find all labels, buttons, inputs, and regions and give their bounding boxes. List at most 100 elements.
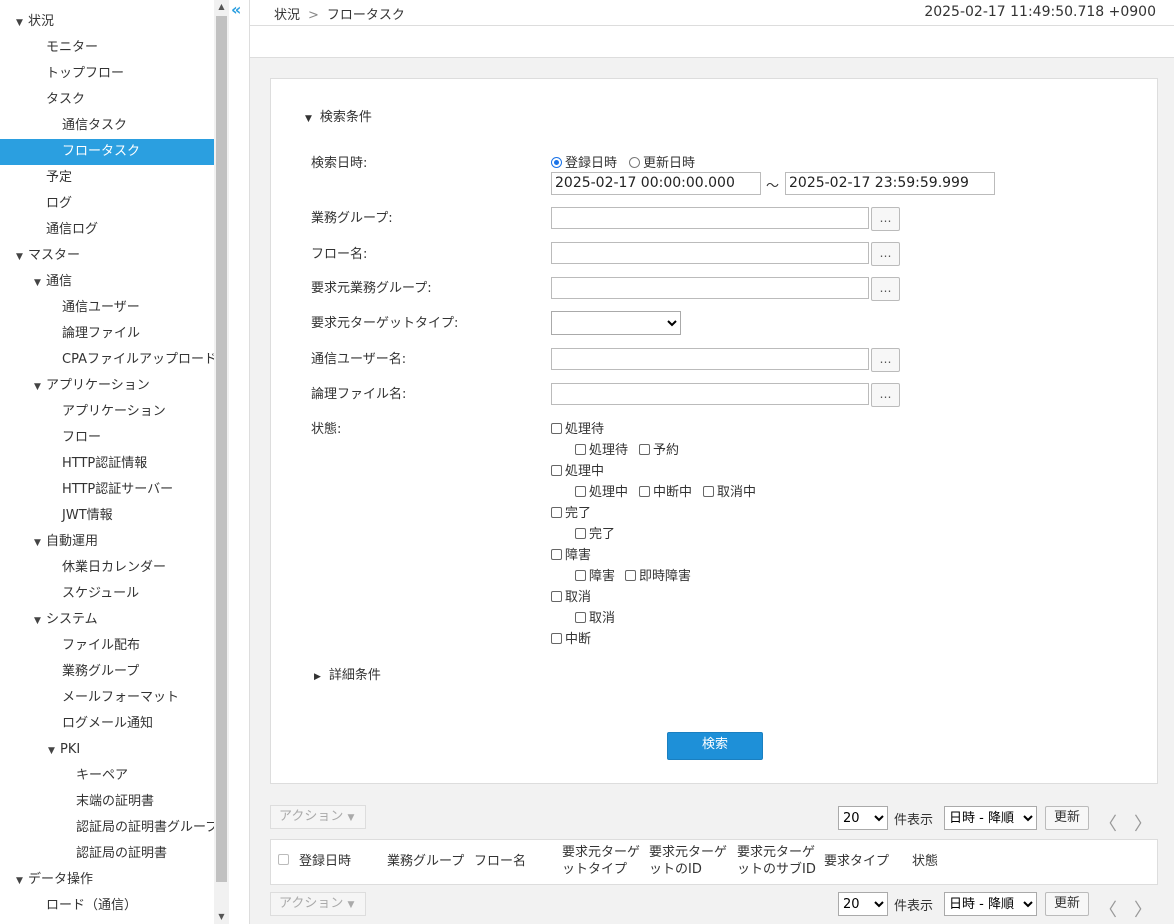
status-fault-checkbox[interactable]: 障害 xyxy=(551,544,591,563)
sidebar-item[interactable]: ファイル配布 xyxy=(0,633,214,659)
scroll-down-icon[interactable]: ▼ xyxy=(214,910,229,924)
status-done-sub-checkbox[interactable]: 完了 xyxy=(575,523,615,542)
page-size-select[interactable]: 20 xyxy=(838,806,888,830)
action-dropdown-button[interactable]: アクション ▼ xyxy=(270,805,366,829)
sidebar-item[interactable]: ▼ 自動運用 xyxy=(0,529,214,555)
sidebar-item[interactable]: ▼ マスター xyxy=(0,243,214,269)
status-processing-sub-checkbox[interactable]: 処理中 xyxy=(575,481,628,500)
date-to-input[interactable]: 2025-02-17 23:59:59.999 xyxy=(785,172,995,195)
prev-page-icon[interactable]: 〈 xyxy=(1099,810,1117,836)
column-header[interactable]: 要求タイプ xyxy=(824,853,889,870)
sidebar-item[interactable]: HTTP認証サーバー xyxy=(0,477,214,503)
date-from-input[interactable]: 2025-02-17 00:00:00.000 xyxy=(551,172,761,195)
sidebar-item[interactable]: 認証局の証明書 xyxy=(0,841,214,867)
sidebar-item[interactable]: 認証局の証明書グループ xyxy=(0,815,214,841)
scroll-up-icon[interactable]: ▲ xyxy=(214,0,229,14)
collapse-sidebar-icon[interactable]: « xyxy=(231,0,249,22)
sidebar-item[interactable]: 通信ユーザー xyxy=(0,295,214,321)
column-header[interactable]: 要求元ターゲ ットのID xyxy=(649,844,727,878)
column-header[interactable]: 業務グループ xyxy=(387,853,464,870)
status-processing-checkbox[interactable]: 処理中 xyxy=(551,460,604,479)
sidebar-item[interactable]: アプリケーション xyxy=(0,399,214,425)
status-suspending-checkbox[interactable]: 中断中 xyxy=(639,481,692,500)
column-header[interactable]: 登録日時 xyxy=(299,853,351,870)
sidebar-item[interactable]: ▼ 状況 xyxy=(0,9,214,35)
sidebar-item[interactable]: スケジュール xyxy=(0,581,214,607)
flow-name-picker-button[interactable]: … xyxy=(871,242,900,266)
next-page-icon[interactable]: 〉 xyxy=(1134,810,1152,836)
sidebar-item[interactable]: 休業日カレンダー xyxy=(0,555,214,581)
sidebar-item[interactable]: 通信ログ xyxy=(0,217,214,243)
sidebar-item[interactable]: ▼ 通信 xyxy=(0,269,214,295)
sidebar-item[interactable]: 業務グループ xyxy=(0,659,214,685)
status-waiting-checkbox[interactable]: 処理待 xyxy=(551,418,604,437)
sidebar-item[interactable]: フロー xyxy=(0,425,214,451)
status-waiting-sub-checkbox[interactable]: 処理待 xyxy=(575,439,628,458)
status-interrupt-checkbox[interactable]: 中断 xyxy=(551,628,591,647)
sidebar-item[interactable]: CPAファイルアップロード xyxy=(0,347,214,373)
status-reserved-checkbox[interactable]: 予約 xyxy=(639,439,679,458)
sidebar-item[interactable]: トップフロー xyxy=(0,61,214,87)
sidebar-item[interactable]: メールフォーマット xyxy=(0,685,214,711)
status-done-checkbox[interactable]: 完了 xyxy=(551,502,591,521)
action-dropdown-button-bottom[interactable]: アクション ▼ xyxy=(270,892,366,916)
sidebar-item[interactable]: フロータスク xyxy=(0,139,214,165)
sidebar-item[interactable]: キーペア xyxy=(0,763,214,789)
sidebar-item[interactable]: タスク xyxy=(0,87,214,113)
breadcrumb-item-status[interactable]: 状況 xyxy=(274,8,300,23)
scrollbar-thumb[interactable] xyxy=(216,16,227,882)
logical-file-input[interactable] xyxy=(551,383,869,405)
business-group-picker-button[interactable]: … xyxy=(871,207,900,231)
sidebar-item[interactable]: 論理ファイル xyxy=(0,321,214,347)
expand-arrow-icon[interactable]: ▼ xyxy=(34,270,46,296)
req-business-group-input[interactable] xyxy=(551,277,869,299)
status-cancel-checkbox[interactable]: 取消 xyxy=(551,586,591,605)
column-header[interactable]: 要求元ターゲ ットのサブID xyxy=(737,844,816,878)
prev-page-icon-bottom[interactable]: 〈 xyxy=(1099,896,1117,922)
expand-arrow-icon[interactable]: ▼ xyxy=(48,738,60,764)
sidebar-item[interactable]: ▼ アプリケーション xyxy=(0,373,214,399)
select-all-checkbox[interactable] xyxy=(278,854,289,865)
comm-user-input[interactable] xyxy=(551,348,869,370)
page-size-select-bottom[interactable]: 20 xyxy=(838,892,888,916)
expand-arrow-icon[interactable]: ▼ xyxy=(16,868,28,894)
search-conditions-toggle[interactable]: ▼ 検索条件 xyxy=(305,106,372,125)
sidebar-scrollbar[interactable]: ▲ ▼ xyxy=(214,0,229,924)
sidebar-item[interactable]: ログ xyxy=(0,191,214,217)
expand-arrow-icon[interactable]: ▼ xyxy=(34,608,46,634)
status-cancel-sub-checkbox[interactable]: 取消 xyxy=(575,607,615,626)
search-button[interactable]: 検索 xyxy=(667,732,763,760)
column-header[interactable]: 状態 xyxy=(912,853,938,870)
expand-arrow-icon[interactable]: ▼ xyxy=(34,530,46,556)
sidebar-item[interactable]: HTTP認証情報 xyxy=(0,451,214,477)
sidebar-item[interactable]: JWT情報 xyxy=(0,503,214,529)
expand-arrow-icon[interactable]: ▼ xyxy=(16,244,28,270)
req-business-group-picker-button[interactable]: … xyxy=(871,277,900,301)
sidebar-item[interactable]: ▼ データ操作 xyxy=(0,867,214,893)
business-group-input[interactable] xyxy=(551,207,869,229)
sidebar-item[interactable]: 予定 xyxy=(0,165,214,191)
status-immediate-fault-checkbox[interactable]: 即時障害 xyxy=(625,565,691,584)
sort-select[interactable]: 日時 - 降順 xyxy=(944,806,1037,830)
sidebar-item[interactable]: 通信タスク xyxy=(0,113,214,139)
refresh-button-bottom[interactable]: 更新 xyxy=(1045,892,1089,916)
logical-file-picker-button[interactable]: … xyxy=(871,383,900,407)
sidebar-item[interactable]: ▼ システム xyxy=(0,607,214,633)
refresh-button[interactable]: 更新 xyxy=(1045,806,1089,830)
radio-registered-date[interactable]: 登録日時 xyxy=(551,152,617,171)
sidebar-item[interactable]: 末端の証明書 xyxy=(0,789,214,815)
sidebar-item[interactable]: ロード（通信） xyxy=(0,893,214,919)
next-page-icon-bottom[interactable]: 〉 xyxy=(1134,896,1152,922)
detail-conditions-toggle[interactable]: ▶ 詳細条件 xyxy=(314,664,381,683)
radio-updated-date[interactable]: 更新日時 xyxy=(629,152,695,171)
column-header[interactable]: フロー名 xyxy=(474,853,526,870)
expand-arrow-icon[interactable]: ▼ xyxy=(34,374,46,400)
sidebar-item[interactable]: ログメール通知 xyxy=(0,711,214,737)
status-cancelling-checkbox[interactable]: 取消中 xyxy=(703,481,756,500)
expand-arrow-icon[interactable]: ▼ xyxy=(16,10,28,36)
flow-name-input[interactable] xyxy=(551,242,869,264)
sort-select-bottom[interactable]: 日時 - 降順 xyxy=(944,892,1037,916)
comm-user-picker-button[interactable]: … xyxy=(871,348,900,372)
column-header[interactable]: 要求元ターゲ ットタイプ xyxy=(562,844,640,878)
sidebar-item[interactable]: ▼ PKI xyxy=(0,737,214,763)
